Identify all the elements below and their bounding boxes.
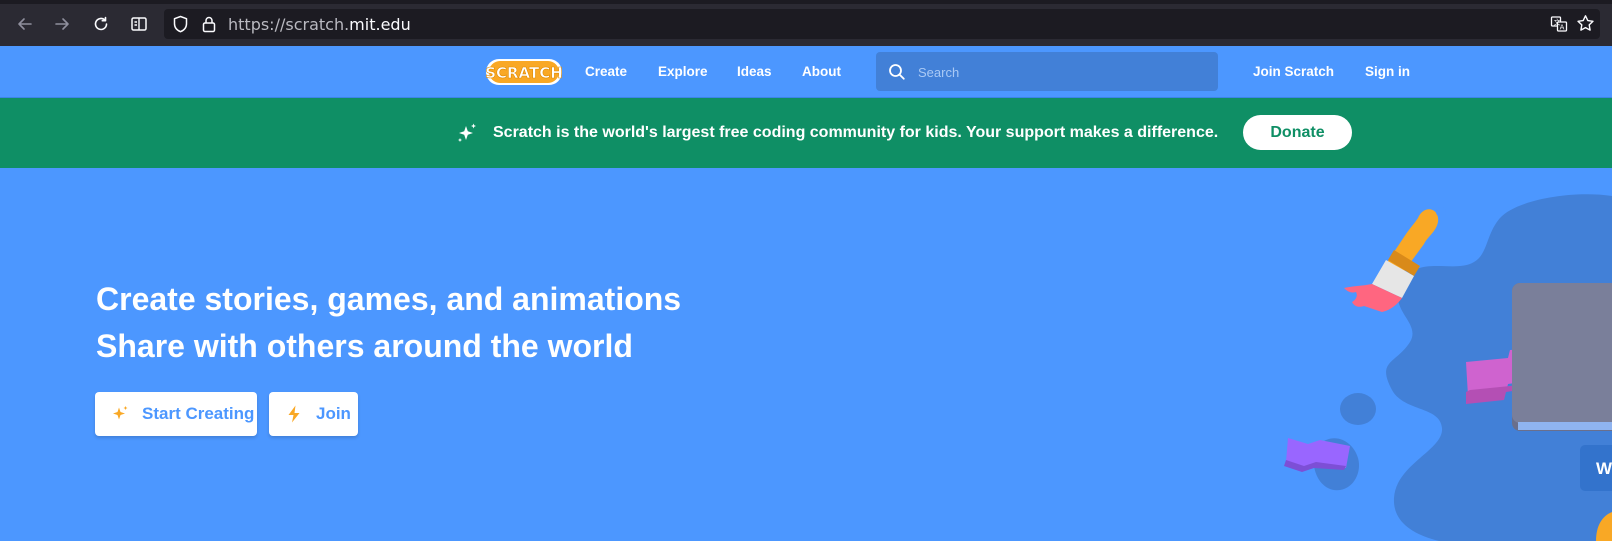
sparkle-icon [109, 403, 131, 425]
lightning-icon [283, 403, 305, 425]
cutoff-button-label: W [1596, 459, 1612, 478]
blue-blob-small [1340, 393, 1376, 425]
hero-headline-1: Create stories, games, and animations [96, 281, 682, 317]
start-creating-label: Start Creating [142, 404, 255, 423]
join-button[interactable]: Join [269, 392, 358, 436]
start-creating-button[interactable]: Start Creating [95, 392, 257, 436]
join-label: Join [316, 404, 351, 423]
hero-illustration: W [1284, 194, 1612, 541]
editor-preview-card [1512, 283, 1612, 431]
hero-headline-2: Share with others around the world [96, 328, 633, 364]
